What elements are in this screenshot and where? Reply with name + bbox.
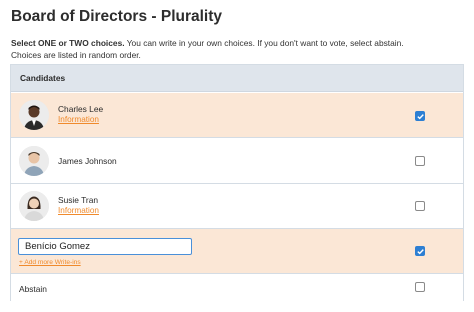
writein-checkbox[interactable]	[415, 246, 425, 256]
candidate-checkbox[interactable]	[415, 201, 425, 211]
table-header: Candidates	[11, 65, 463, 92]
writein-input[interactable]	[18, 238, 192, 255]
page-title: Board of Directors - Plurality	[11, 8, 223, 25]
add-writein-link[interactable]: + Add more Write-ins	[19, 259, 81, 266]
instruction-text: You can write in your own choices. If yo…	[124, 38, 404, 48]
instructions: Select ONE or TWO choices. You can write…	[11, 38, 471, 61]
abstain-row[interactable]: Abstain	[11, 274, 463, 301]
abstain-checkbox[interactable]	[415, 282, 425, 292]
abstain-label: Abstain	[19, 284, 47, 294]
instruction-order-note: Choices are listed in random order.	[11, 49, 141, 60]
candidate-row-susie-tran[interactable]: Susie Tran Information	[11, 184, 463, 229]
person-avatar-icon	[19, 191, 49, 221]
person-avatar-icon	[19, 146, 49, 176]
instruction-bold: Select ONE or TWO choices.	[11, 38, 125, 48]
candidate-name: Charles Lee	[58, 104, 104, 114]
candidate-info-link[interactable]: Information	[58, 206, 99, 215]
writein-row: + Add more Write-ins	[11, 229, 463, 274]
person-avatar-icon	[19, 100, 49, 130]
candidate-info-link[interactable]: Information	[58, 115, 99, 124]
candidates-table: Candidates Charles Lee Information James…	[10, 64, 464, 301]
candidate-row-charles-lee[interactable]: Charles Lee Information	[11, 93, 463, 138]
candidate-checkbox[interactable]	[415, 156, 425, 166]
table-header-label: Candidates	[20, 73, 66, 83]
candidate-checkbox[interactable]	[415, 111, 425, 121]
candidate-row-james-johnson[interactable]: James Johnson	[11, 138, 463, 184]
candidate-name: James Johnson	[58, 156, 117, 166]
candidate-name: Susie Tran	[58, 195, 99, 205]
